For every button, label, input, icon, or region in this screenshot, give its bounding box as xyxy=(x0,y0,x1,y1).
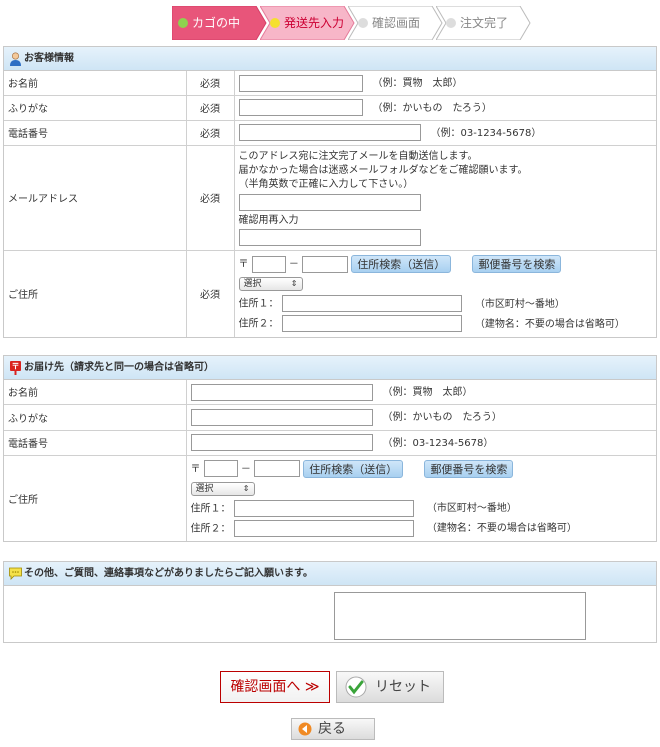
tel-example: （例：03-1234-5678） xyxy=(382,437,494,449)
address1-example: （市区町村～番地） xyxy=(426,503,517,515)
delivery-address2-input[interactable] xyxy=(233,519,414,537)
tel-label: 電話番号 xyxy=(4,429,187,455)
svg-text:〒: 〒 xyxy=(12,362,20,371)
delivery-header: 〒 お届け先（請求先と同一の場合は省略可） xyxy=(4,356,656,380)
kana-label: ふりがな xyxy=(4,94,187,120)
tel-label: 電話番号 xyxy=(4,119,187,145)
prefecture-select-value: 選択 xyxy=(243,279,262,290)
section-title: お客様情報 xyxy=(24,53,74,64)
prefecture-select-value: 選択 xyxy=(195,483,214,494)
comments-section: その他、ご質問、連絡事項などがありましたらご記入願います。 xyxy=(3,561,657,643)
required-badge: 必須 xyxy=(186,71,235,95)
delivery-address-search-button[interactable]: 住所検索（送信） xyxy=(303,459,404,478)
postal-dash: － xyxy=(240,463,251,475)
step-cart: カゴの中 xyxy=(172,6,267,40)
tel-example: （例：03-1234-5678） xyxy=(430,127,542,139)
email-confirm-input[interactable] xyxy=(238,228,421,246)
reset-label: リセット xyxy=(375,679,431,695)
name-example: （例：買物 太郎） xyxy=(372,78,463,89)
delivery-name-input[interactable] xyxy=(190,383,373,401)
delivery-prefecture-select[interactable]: 選択 ⇕ xyxy=(190,481,255,496)
name-label: お名前 xyxy=(4,71,187,95)
address1-example: （市区町村～番地） xyxy=(474,298,565,310)
mail-note: このアドレス宛に注文完了メールを自動送信します。 xyxy=(238,150,478,162)
section-title: お届け先（請求先と同一の場合は省略可） xyxy=(24,362,214,373)
back-label: 戻る xyxy=(318,721,346,737)
mailbox-icon: 〒 xyxy=(10,361,21,375)
delivery-postal-code-last-input[interactable] xyxy=(254,460,301,478)
postal-code-first-input[interactable] xyxy=(251,255,286,273)
required-badge: 必須 xyxy=(186,144,235,250)
postal-code-last-input[interactable] xyxy=(302,255,349,273)
name-input[interactable] xyxy=(238,74,363,92)
reset-button[interactable]: リセット xyxy=(336,671,444,703)
address1-input[interactable] xyxy=(281,295,462,313)
mail-label: メールアドレス xyxy=(4,144,187,250)
email-input[interactable] xyxy=(238,193,421,211)
prefecture-select[interactable]: 選択 ⇕ xyxy=(238,277,303,292)
comments-header: その他、ご質問、連絡事項などがありましたらご記入願います。 xyxy=(4,562,656,586)
back-button[interactable]: 戻る xyxy=(291,718,375,740)
postal-dash: － xyxy=(288,259,299,271)
checkmark-icon xyxy=(345,676,367,698)
customer-info-header: お客様情報 xyxy=(4,47,656,71)
mail-confirm-label: 確認用再入力 xyxy=(238,214,299,226)
address-search-button[interactable]: 住所検索（送信） xyxy=(351,255,452,274)
section-title: その他、ご質問、連絡事項などがありましたらご記入願います。 xyxy=(24,568,313,579)
delivery-kana-input[interactable] xyxy=(190,408,373,426)
step-label: 注文完了 xyxy=(460,16,509,30)
address2-label: 住所２： xyxy=(238,318,279,330)
delivery-section: 〒 お届け先（請求先と同一の場合は省略可） お名前 （例：買物 太郎） ふりがな… xyxy=(3,355,657,542)
status-dot-icon xyxy=(446,18,456,28)
kana-label: ふりがな xyxy=(4,403,187,430)
delivery-zip-search-button[interactable]: 郵便番号を検索 xyxy=(424,459,514,478)
back-arrow-icon xyxy=(298,722,312,736)
required-badge: 必須 xyxy=(186,94,235,120)
address2-example: （建物名：不要の場合は省略可） xyxy=(426,523,577,535)
customer-info-section: お客様情報 お名前 必須 （例：買物 太郎） ふりがな 必須 （例：かいもの た… xyxy=(3,46,657,338)
mail-note: 届かなかった場合は迷惑メールフォルダなどをご確認願います。 xyxy=(238,164,528,176)
confirm-button[interactable]: 確認画面へ ≫ xyxy=(220,671,330,703)
step-label: カゴの中 xyxy=(192,16,241,30)
tel-input[interactable] xyxy=(238,124,421,142)
step-complete: 注文完了 xyxy=(436,6,531,40)
step-confirm: 確認画面 xyxy=(348,6,443,40)
address1-label: 住所１： xyxy=(238,298,279,310)
address1-label: 住所１： xyxy=(190,503,231,515)
kana-example: （例：かいもの たろう） xyxy=(382,412,502,424)
address2-example: （建物名：不要の場合は省略可） xyxy=(474,318,625,330)
step-label: 発送先入力 xyxy=(284,16,345,30)
chevron-updown-icon: ⇕ xyxy=(242,483,250,493)
name-label: お名前 xyxy=(4,380,187,404)
required-badge: 必須 xyxy=(186,119,235,145)
status-dot-icon xyxy=(270,18,280,28)
status-dot-icon xyxy=(178,18,188,28)
kana-input[interactable] xyxy=(238,99,363,117)
name-example: （例：買物 太郎） xyxy=(382,387,473,398)
address-label: ご住所 xyxy=(4,454,187,541)
postal-mark: 〒 xyxy=(190,463,201,475)
comments-textarea[interactable] xyxy=(334,592,586,640)
progress-steps: カゴの中 発送先入力 確認画面 注文完了 xyxy=(172,6,532,40)
speech-bubble-icon xyxy=(9,567,22,580)
required-badge: 必須 xyxy=(186,249,235,337)
kana-example: （例：かいもの たろう） xyxy=(372,102,492,114)
step-label: 確認画面 xyxy=(372,16,421,30)
address2-input[interactable] xyxy=(281,315,462,333)
comments-body xyxy=(4,586,656,643)
postal-mark: 〒 xyxy=(238,259,249,271)
address2-label: 住所２： xyxy=(190,523,231,535)
person-icon xyxy=(10,52,21,66)
chevron-updown-icon: ⇕ xyxy=(290,279,298,289)
zip-search-button[interactable]: 郵便番号を検索 xyxy=(472,255,562,274)
delivery-postal-code-first-input[interactable] xyxy=(203,460,238,478)
delivery-address1-input[interactable] xyxy=(233,499,414,517)
step-shipping: 発送先入力 xyxy=(260,6,355,40)
delivery-tel-input[interactable] xyxy=(190,434,373,452)
mail-note: （半角英数で正確に入力して下さい。） xyxy=(238,178,414,190)
status-dot-icon xyxy=(358,18,368,28)
address-label: ご住所 xyxy=(4,249,187,337)
